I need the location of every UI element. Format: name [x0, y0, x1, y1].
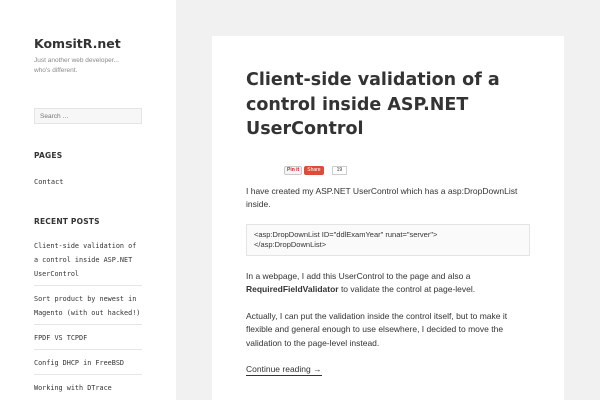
validator-term: RequiredFieldValidator: [246, 284, 339, 294]
site-description: Just another web developer... who's diff…: [34, 57, 119, 74]
post-card: Client-side validation of a control insi…: [212, 36, 564, 400]
page-link-contact[interactable]: Contact: [34, 178, 64, 186]
list-item: FPDF VS TCPDF: [34, 324, 142, 349]
post-paragraph: Actually, I can put the validation insid…: [246, 310, 508, 348]
continue-reading-link[interactable]: Continue reading →: [246, 364, 322, 376]
paragraph-text: In a webpage, I add this UserControl to …: [246, 270, 471, 281]
list-item: Contact: [34, 171, 142, 189]
post-title[interactable]: Client-side validation of a control insi…: [246, 68, 516, 142]
recent-posts-list: Client-side validation of a control insi…: [34, 233, 142, 399]
code-line: <asp:DropDownList ID="ddlExamYear" runat…: [254, 229, 438, 239]
paragraph-text: to validate the control at page-level.: [338, 284, 476, 294]
pages-widget-title: PAGES: [34, 151, 63, 160]
list-item: Config DHCP in FreeBSD: [34, 349, 142, 374]
post-paragraph: I have created my ASP.NET UserControl wh…: [246, 185, 518, 210]
recent-post-link[interactable]: Working with DTrace: [34, 384, 112, 392]
search-input[interactable]: [34, 108, 142, 124]
list-item: Sort product by newest in Magento (with …: [34, 285, 142, 324]
recent-posts-title: RECENT POSTS: [34, 217, 100, 226]
share-count: 19: [331, 165, 348, 175]
code-line: </asp:DropDownList>: [254, 240, 327, 249]
pinterest-button[interactable]: Pin it: [284, 165, 303, 175]
recent-post-link[interactable]: Sort product by newest in Magento (with …: [34, 295, 140, 317]
code-block: <asp:DropDownList ID="ddlExamYear" runat…: [246, 223, 530, 256]
recent-post-link[interactable]: Config DHCP in FreeBSD: [34, 359, 124, 367]
share-buttons: Pin it Share 19: [284, 165, 530, 175]
recent-post-link[interactable]: FPDF VS TCPDF: [34, 334, 87, 342]
site-title[interactable]: KomsitR.net: [34, 36, 142, 51]
recent-post-link[interactable]: Client-side validation of a control insi…: [34, 242, 136, 278]
sidebar: KomsitR.net Just another web developer..…: [0, 0, 176, 400]
list-item: Client-side validation of a control insi…: [34, 233, 142, 285]
google-share-button[interactable]: Share: [304, 165, 324, 175]
list-item: Working with DTrace: [34, 374, 142, 399]
pages-list: Contact: [34, 171, 142, 189]
post-paragraph: In a webpage, I add this UserControl to …: [246, 270, 531, 297]
